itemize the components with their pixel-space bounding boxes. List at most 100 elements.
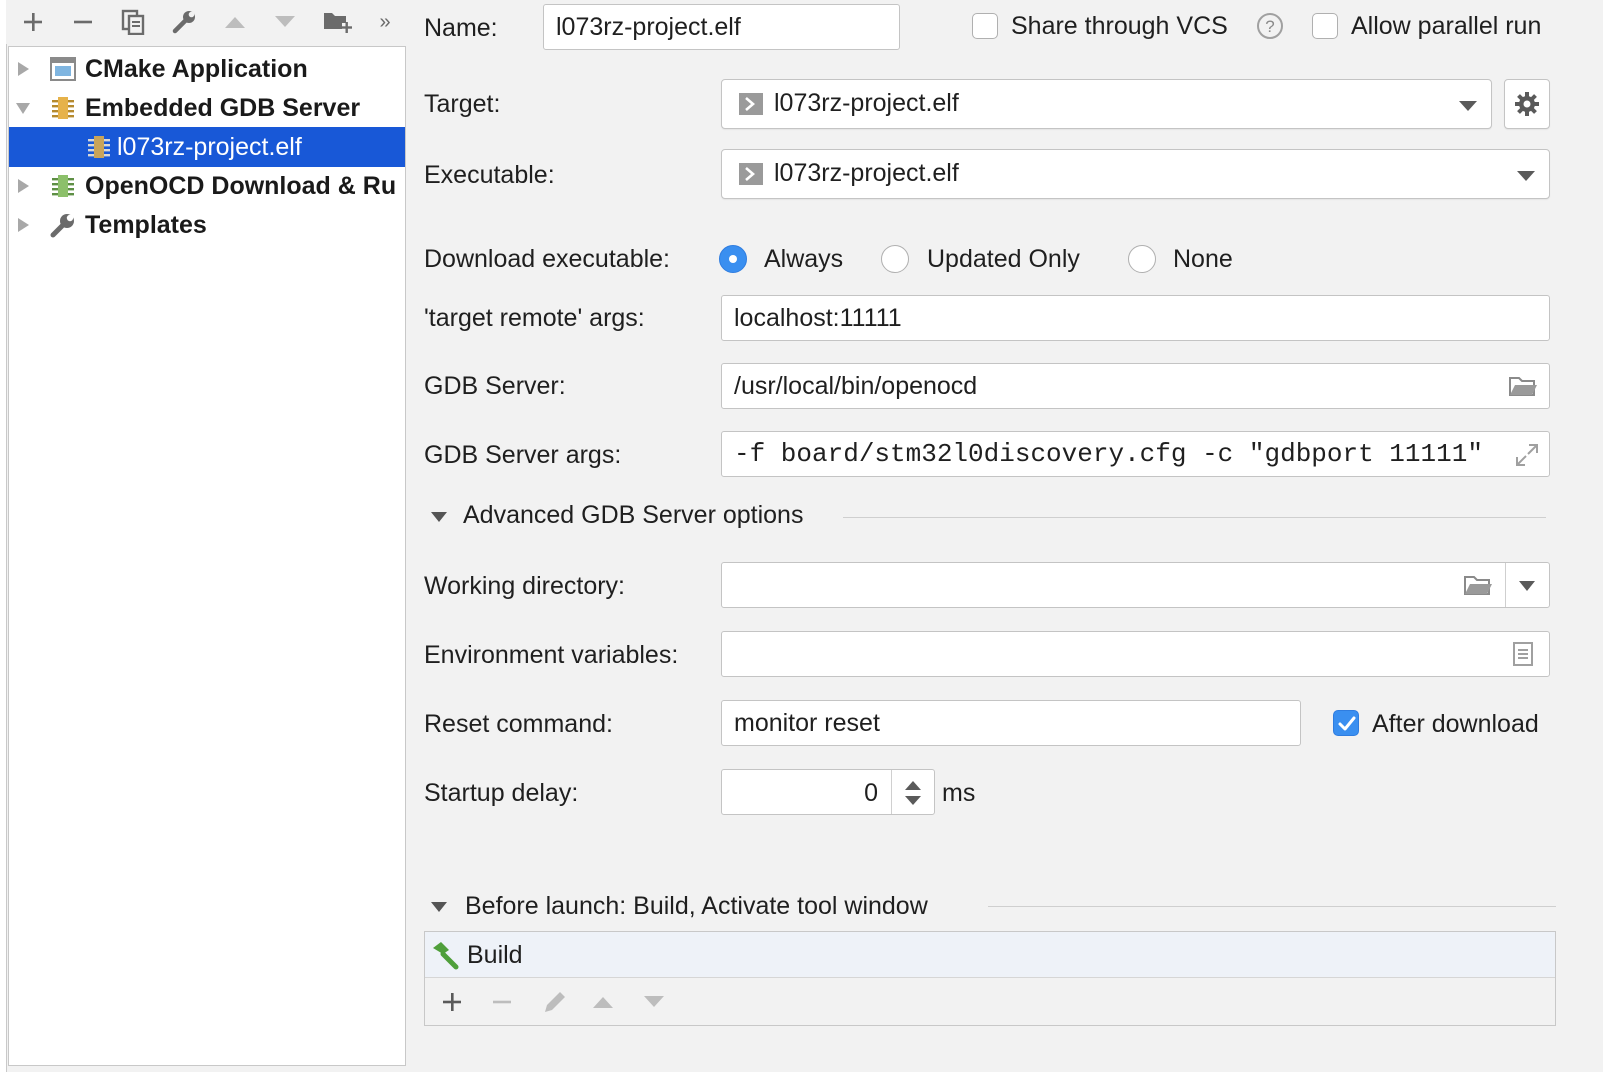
target-dropdown[interactable]: l073rz-project.elf bbox=[721, 79, 1492, 129]
more-label: » bbox=[379, 10, 391, 33]
target-value: l073rz-project.elf bbox=[774, 89, 959, 117]
executable-label: Executable: bbox=[424, 161, 555, 189]
before-launch-list: Build bbox=[424, 931, 1556, 1026]
arrow-down-icon[interactable] bbox=[268, 6, 302, 38]
folder-icon[interactable] bbox=[1463, 574, 1493, 598]
configurations-tree: CMake Application Embedded GDB Server l0… bbox=[8, 46, 406, 1066]
stepper-divider bbox=[891, 770, 892, 814]
working-directory-label: Working directory: bbox=[424, 572, 625, 600]
radio-always[interactable] bbox=[719, 245, 747, 273]
tree-item-openocd[interactable]: OpenOCD Download & Ru bbox=[9, 166, 405, 206]
hammer-icon bbox=[433, 942, 459, 970]
add-icon[interactable] bbox=[16, 6, 50, 38]
expand-icon[interactable] bbox=[1514, 442, 1540, 468]
gdb-server-args-label: GDB Server args: bbox=[424, 441, 622, 469]
arrow-down-icon[interactable] bbox=[642, 994, 666, 1010]
section-separator bbox=[988, 906, 1556, 907]
radio-none-label: None bbox=[1173, 245, 1233, 273]
remove-icon[interactable] bbox=[66, 6, 100, 38]
expand-arrow-icon[interactable] bbox=[15, 178, 31, 194]
gdb-server-args-input[interactable]: -f board/stm32l0discovery.cfg -c "gdbpor… bbox=[721, 431, 1550, 477]
share-vcs-label: Share through VCS bbox=[1011, 12, 1228, 40]
field-divider bbox=[1505, 563, 1506, 607]
section-separator bbox=[843, 517, 1546, 518]
svg-text:?: ? bbox=[1265, 17, 1274, 36]
more-icon[interactable]: » bbox=[368, 6, 402, 38]
edit-icon[interactable] bbox=[541, 988, 569, 1016]
gdb-server-value: /usr/local/bin/openocd bbox=[734, 371, 978, 400]
reset-command-input[interactable]: monitor reset bbox=[721, 700, 1301, 746]
remove-icon[interactable] bbox=[491, 991, 513, 1013]
gdb-config-icon bbox=[88, 136, 110, 158]
collapse-arrow-icon[interactable] bbox=[431, 902, 447, 912]
startup-delay-value: 0 bbox=[864, 779, 878, 807]
task-build-label: Build bbox=[467, 941, 523, 969]
name-input[interactable]: l073rz-project.elf bbox=[543, 4, 900, 50]
tree-item-cmake-application[interactable]: CMake Application bbox=[9, 49, 405, 89]
reset-command-label: Reset command: bbox=[424, 710, 613, 738]
help-icon[interactable]: ? bbox=[1256, 12, 1284, 40]
after-download-checkbox[interactable] bbox=[1333, 710, 1359, 736]
target-settings-button[interactable] bbox=[1504, 79, 1550, 129]
chevron-down-icon bbox=[1517, 171, 1535, 181]
gdb-server-input[interactable]: /usr/local/bin/openocd bbox=[721, 363, 1550, 409]
allow-parallel-label: Allow parallel run bbox=[1351, 12, 1542, 40]
tree-item-label: Embedded GDB Server bbox=[85, 94, 361, 122]
after-download-label: After download bbox=[1372, 710, 1539, 738]
gdb-server-icon bbox=[52, 97, 74, 119]
share-vcs-checkbox[interactable] bbox=[972, 13, 998, 39]
advanced-options-title[interactable]: Advanced GDB Server options bbox=[463, 501, 803, 530]
configurations-toolbar: » bbox=[6, 0, 406, 44]
target-remote-input[interactable]: localhost:11111 bbox=[721, 295, 1550, 341]
environment-variables-input[interactable] bbox=[721, 631, 1550, 677]
executable-value: l073rz-project.elf bbox=[774, 159, 959, 187]
arrow-up-icon[interactable] bbox=[218, 6, 252, 38]
radio-none[interactable] bbox=[1128, 245, 1156, 273]
add-icon[interactable] bbox=[441, 991, 463, 1013]
cmake-app-icon bbox=[50, 57, 76, 81]
list-item[interactable]: Build bbox=[425, 932, 1555, 978]
tree-item-embedded-gdb-server[interactable]: Embedded GDB Server bbox=[9, 88, 405, 128]
stepper-arrows-icon[interactable] bbox=[903, 779, 923, 807]
tree-item-label: CMake Application bbox=[85, 55, 308, 83]
tree-item-label: OpenOCD Download & Ru bbox=[85, 172, 397, 200]
gdb-server-args-value: -f board/stm32l0discovery.cfg -c "gdbpor… bbox=[734, 439, 1483, 469]
startup-delay-label: Startup delay: bbox=[424, 779, 579, 807]
radio-updated-only-label: Updated Only bbox=[927, 245, 1080, 273]
openocd-icon bbox=[52, 175, 74, 197]
tree-item-templates[interactable]: Templates bbox=[9, 205, 405, 245]
startup-delay-stepper[interactable]: 0 bbox=[721, 769, 935, 815]
executable-icon bbox=[739, 162, 763, 185]
radio-always-label: Always bbox=[764, 245, 844, 273]
environment-variables-label: Environment variables: bbox=[424, 641, 679, 669]
copy-icon[interactable] bbox=[116, 6, 150, 38]
working-directory-input[interactable] bbox=[721, 562, 1550, 608]
tree-item-l073rz-project[interactable]: l073rz-project.elf bbox=[9, 127, 405, 167]
arrow-up-icon[interactable] bbox=[591, 994, 615, 1010]
chevron-down-icon bbox=[1459, 101, 1477, 111]
chevron-down-icon[interactable] bbox=[1519, 581, 1535, 591]
before-launch-title[interactable]: Before launch: Build, Activate tool wind… bbox=[465, 892, 928, 921]
reset-command-value: monitor reset bbox=[734, 708, 880, 737]
startup-delay-unit: ms bbox=[942, 779, 976, 807]
expand-arrow-icon[interactable] bbox=[15, 61, 31, 77]
gear-icon bbox=[1515, 92, 1539, 116]
tree-item-label: l073rz-project.elf bbox=[117, 133, 302, 161]
expand-arrow-icon[interactable] bbox=[15, 217, 31, 233]
configurations-panel: » CMake Application Embedded GDB Server … bbox=[6, 0, 406, 1072]
gdb-server-label: GDB Server: bbox=[424, 372, 566, 400]
folder-add-icon[interactable] bbox=[320, 6, 354, 38]
executable-icon bbox=[739, 92, 763, 115]
name-label: Name: bbox=[424, 14, 498, 42]
wrench-icon[interactable] bbox=[168, 6, 202, 38]
document-icon[interactable] bbox=[1512, 641, 1534, 667]
checkmark-icon bbox=[1338, 716, 1356, 731]
folder-icon[interactable] bbox=[1508, 375, 1538, 399]
allow-parallel-checkbox[interactable] bbox=[1312, 13, 1338, 39]
radio-updated-only[interactable] bbox=[881, 245, 909, 273]
download-executable-label: Download executable: bbox=[424, 245, 670, 273]
target-label: Target: bbox=[424, 90, 501, 118]
collapse-arrow-icon[interactable] bbox=[431, 512, 447, 522]
executable-dropdown[interactable]: l073rz-project.elf bbox=[721, 149, 1550, 199]
collapse-arrow-icon[interactable] bbox=[15, 100, 31, 116]
